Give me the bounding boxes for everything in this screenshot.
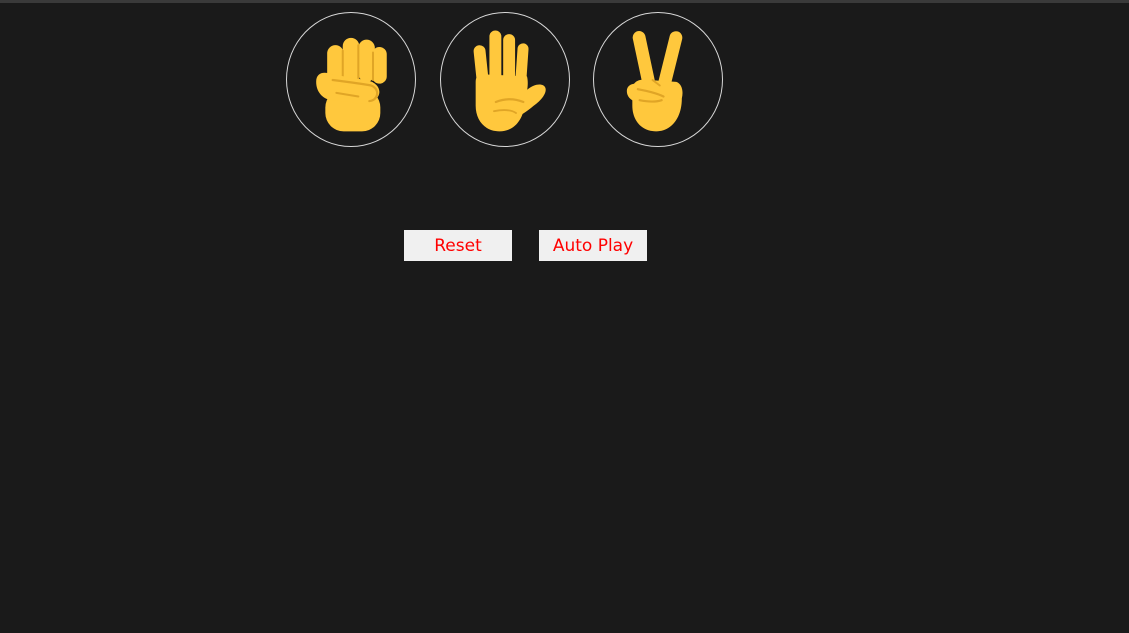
auto-play-button[interactable]: Auto Play bbox=[539, 230, 647, 261]
rock-button[interactable] bbox=[286, 12, 416, 147]
reset-button[interactable]: Reset bbox=[404, 230, 512, 261]
raised-hand-icon bbox=[473, 30, 546, 131]
raised-fist-icon bbox=[316, 37, 387, 131]
victory-hand-icon bbox=[626, 30, 683, 131]
paper-button[interactable] bbox=[440, 12, 570, 147]
scissors-button[interactable] bbox=[593, 12, 723, 147]
window-top-strip bbox=[0, 0, 1129, 3]
